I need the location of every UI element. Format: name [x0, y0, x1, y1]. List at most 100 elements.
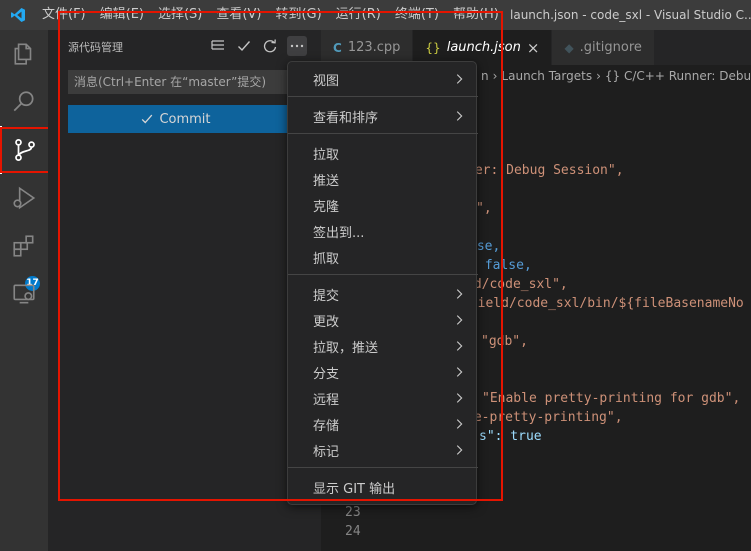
more-actions-context-menu: 视图 查看和排序 拉取 推送 克隆 签出到... 抓取 提交 更改 拉取，推送 … — [287, 61, 478, 505]
view-as-tree-button[interactable] — [208, 36, 228, 56]
breadcrumb-part[interactable]: n — [481, 69, 489, 83]
menu-item-stash[interactable]: 存储 — [288, 411, 478, 437]
tab-gitignore[interactable]: ◆ .gitignore — [552, 30, 655, 65]
menu-item-label: 分支 — [313, 366, 340, 382]
activity-bar: 17 — [0, 30, 48, 551]
menu-item-label: 远程 — [313, 392, 340, 408]
breadcrumb-part[interactable]: Launch Targets — [501, 69, 592, 83]
source-control-button[interactable] — [0, 126, 48, 174]
extensions-button[interactable] — [0, 222, 48, 270]
refresh-button[interactable] — [260, 36, 280, 56]
tab-label: launch.json — [446, 40, 521, 55]
menu-run[interactable]: 运行(R) — [329, 0, 388, 30]
chevron-right-icon — [456, 315, 463, 325]
menu-item-label: 显示 GIT 输出 — [313, 481, 396, 497]
menu-item-label: 查看和排序 — [313, 110, 379, 126]
files-icon — [14, 43, 32, 65]
search-icon — [13, 91, 34, 112]
list-tree-icon — [211, 40, 224, 50]
menu-item-checkout[interactable]: 签出到... — [288, 218, 478, 244]
window-title: launch.json - code_sxl - Visual Studio C… — [510, 8, 751, 22]
remote-explorer-button[interactable] — [0, 270, 48, 318]
menu-terminal[interactable]: 终端(T) — [388, 0, 446, 30]
menu-item-label: 存储 — [313, 418, 340, 434]
code-line: ld/code_sxl", — [466, 277, 568, 292]
remote-explorer-icon — [13, 284, 35, 304]
chevron-right-icon — [456, 111, 463, 121]
menu-item-fetch[interactable]: 抓取 — [288, 244, 478, 270]
commit-button-label: Commit — [159, 111, 211, 127]
line-number: 23 — [345, 505, 361, 520]
menu-item-changes[interactable]: 更改 — [288, 307, 478, 333]
tab-label: 123.cpp — [347, 40, 401, 55]
source-control-panel: 源代码管理 Commit — [48, 30, 321, 551]
panel-title: 源代码管理 — [68, 41, 123, 54]
menu-item-view[interactable]: 视图 — [288, 66, 478, 92]
cpp-file-icon: C — [333, 40, 342, 55]
chevron-right-icon — [456, 74, 463, 84]
menu-view[interactable]: 查看(V) — [209, 0, 268, 30]
commit-button[interactable]: Commit — [68, 105, 283, 133]
ellipsis-icon — [290, 44, 304, 48]
menu-item-label: 标记 — [313, 444, 340, 460]
menu-separator — [288, 96, 478, 97]
run-debug-icon — [13, 186, 36, 210]
menu-item-clone[interactable]: 克隆 — [288, 192, 478, 218]
close-icon[interactable]: × — [527, 39, 540, 57]
title-bar: 文件(F) 编辑(E) 选择(S) 查看(V) 转到(G) 运行(R) 终端(T… — [0, 0, 751, 30]
menu-item-show-git-output[interactable]: 显示 GIT 输出 — [288, 474, 478, 500]
menu-item-label: 更改 — [313, 314, 340, 330]
menu-file[interactable]: 文件(F) — [35, 0, 93, 30]
menu-item-label: 推送 — [313, 173, 340, 189]
chevron-right-icon — [456, 289, 463, 299]
check-icon — [142, 114, 153, 124]
code-line: s": true — [479, 429, 542, 444]
menu-edit[interactable]: 编辑(E) — [93, 0, 151, 30]
menu-item-label: 拉取，推送 — [313, 340, 379, 356]
menu-go[interactable]: 转到(G) — [268, 0, 328, 30]
menu-item-label: 提交 — [313, 288, 340, 304]
run-debug-button[interactable] — [0, 174, 48, 222]
menu-item-label: 抓取 — [313, 251, 340, 267]
menu-item-label: 视图 — [313, 73, 340, 89]
code-line: le-pretty-printing", — [466, 410, 623, 425]
menu-item-push[interactable]: 推送 — [288, 166, 478, 192]
git-file-icon: ◆ — [564, 40, 574, 55]
chevron-right-icon — [456, 419, 463, 429]
source-control-icon — [15, 139, 35, 161]
vscode-logo-icon — [0, 0, 35, 30]
line-number: 24 — [345, 524, 361, 539]
menu-item-branch[interactable]: 分支 — [288, 359, 478, 385]
more-actions-button[interactable] — [287, 36, 307, 56]
tab-launch-json[interactable]: {} launch.json × — [413, 30, 553, 65]
code-line: ner: Debug Session", — [467, 163, 624, 178]
extensions-icon — [13, 235, 34, 257]
menu-item-pull[interactable]: 拉取 — [288, 140, 478, 166]
menu-item-commit[interactable]: 提交 — [288, 281, 478, 307]
menu-help[interactable]: 帮助(H) — [446, 0, 506, 30]
code-line: false, — [477, 258, 532, 273]
menu-item-tags[interactable]: 标记 — [288, 437, 478, 463]
menu-item-view-and-sort[interactable]: 查看和排序 — [288, 103, 478, 129]
breadcrumb-part[interactable]: {} C/C++ Runner: Debug S — [605, 69, 751, 83]
menu-bar: 文件(F) 编辑(E) 选择(S) 查看(V) 转到(G) 运行(R) 终端(T… — [35, 0, 506, 30]
explorer-button[interactable] — [0, 30, 48, 78]
menu-separator — [288, 133, 478, 134]
code-line: ", — [476, 201, 492, 216]
code-line: efield/code_sxl/bin/${fileBasenameNo — [462, 296, 744, 311]
chevron-right-icon — [456, 393, 463, 403]
editor-tabs: C 123.cpp {} launch.json × ◆ .gitignore — [321, 30, 751, 65]
tab-123-cpp[interactable]: C 123.cpp — [321, 30, 414, 65]
code-line: "gdb", — [481, 334, 528, 349]
search-button[interactable] — [0, 78, 48, 126]
menu-item-remote[interactable]: 远程 — [288, 385, 478, 411]
menu-selection[interactable]: 选择(S) — [151, 0, 209, 30]
menu-separator — [288, 274, 478, 275]
chevron-right-icon — [456, 445, 463, 455]
check-icon — [238, 41, 251, 52]
json-braces-icon: {} — [425, 40, 441, 55]
commit-message-input[interactable] — [68, 70, 308, 94]
refresh-icon — [263, 39, 277, 53]
commit-check-button[interactable] — [234, 36, 254, 56]
menu-item-pull-push[interactable]: 拉取，推送 — [288, 333, 478, 359]
